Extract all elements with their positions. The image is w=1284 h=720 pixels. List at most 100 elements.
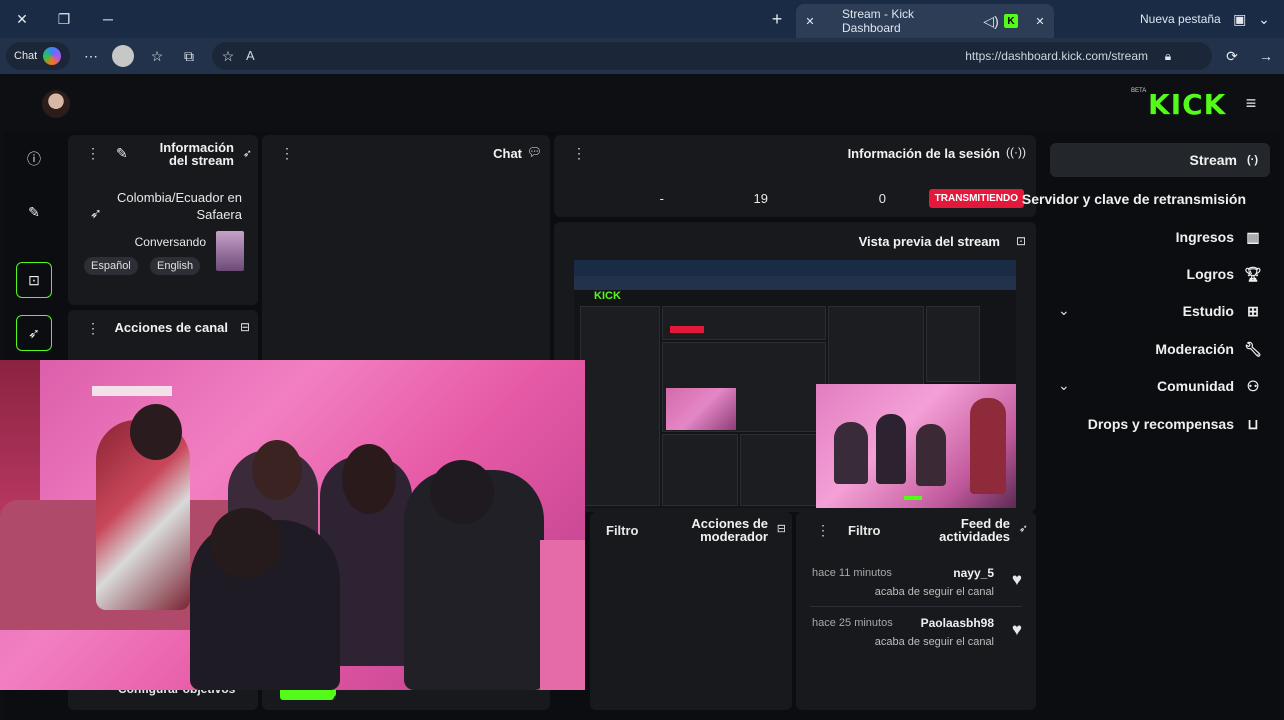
category-name: Conversando [134, 235, 206, 249]
refresh-icon[interactable]: ⟳ [1220, 44, 1244, 68]
stream-preview-video[interactable]: KICK [574, 260, 1016, 508]
minimize-window-icon[interactable]: ─ [94, 6, 122, 32]
mod-actions-title: Acciones de moderador [691, 516, 768, 544]
filter-button[interactable]: Filtro [848, 523, 881, 538]
tab-list-chevron-icon[interactable]: ⌄ [1252, 8, 1276, 30]
activity-user[interactable]: Paolaasbh98 [921, 616, 994, 630]
preview-green-bar [904, 496, 922, 500]
info-icon[interactable]: ⓘ [16, 141, 52, 177]
kick-logo[interactable]: KICK [1148, 88, 1226, 121]
lock-icon[interactable]: 🔒︎ [1158, 46, 1178, 66]
close-tab-icon[interactable]: ✕ [796, 15, 824, 28]
stream-info-panel: ⋮ ✎ Información del stream ➶ Colombia/Ec… [68, 135, 258, 305]
filter-button[interactable]: Filtro [606, 523, 639, 538]
preview-mini-chrome [574, 260, 1016, 276]
category-thumbnail [216, 231, 244, 271]
favorite-star-icon[interactable]: ☆ [218, 46, 238, 66]
activity-feed-panel: ⋮ Filtro Feed de actividades ➶ ♥ nayy_5 … [796, 512, 1036, 710]
stream-info-title: Información del stream [159, 140, 234, 168]
person-head [252, 440, 302, 500]
user-avatar[interactable] [42, 90, 70, 118]
activity-desc: acaba de seguir el canal [874, 636, 994, 648]
kebab-menu-icon[interactable]: ⋮ [572, 145, 586, 162]
chat-bubble-icon: 💬︎ [526, 145, 542, 159]
mod-actions-panel: Filtro Acciones de moderador ⊟ [590, 512, 792, 710]
beta-badge: BETA [1131, 88, 1147, 94]
nav-item-drops[interactable]: Drops y recompensas ⊔ [1088, 407, 1262, 441]
person-head [430, 460, 494, 524]
bank-icon: ▥ [1246, 228, 1260, 245]
preview-webcam-feed [816, 384, 1016, 508]
extensions-icon[interactable]: ⧉ [178, 44, 200, 68]
activity-item: ♥ nayy_5 hace 11 minutos acaba de seguir… [810, 564, 1026, 608]
edit-pencil-icon[interactable]: ✎ [116, 145, 128, 162]
green-bar [280, 690, 334, 700]
nav-item-ingresos[interactable]: Ingresos ▥ [1176, 220, 1262, 254]
preview-icon: ⊡ [1015, 234, 1026, 248]
shield-icon: ⊟ [776, 523, 786, 535]
tab-page-icon: ▣ [1233, 10, 1247, 27]
wrench-icon: 🔧︎ [1244, 340, 1262, 357]
nav-item-logros[interactable]: Logros 🏆︎ [1187, 257, 1262, 291]
heart-icon: ♥ [1011, 570, 1022, 589]
favorites-icon[interactable]: ☆ [146, 44, 168, 68]
restore-window-icon[interactable]: ❐ [50, 6, 78, 32]
copilot-icon [43, 47, 62, 65]
dashboard-header [4, 76, 1280, 132]
preview-kick-logo: KICK [594, 290, 621, 302]
pin-icon[interactable]: ➶ [243, 147, 252, 160]
pin-icon[interactable]: ➶ [16, 315, 52, 351]
person-head [130, 404, 182, 460]
close-tab-icon[interactable]: ✕ [1026, 15, 1054, 28]
preview-session [662, 306, 826, 340]
kebab-menu-icon[interactable]: ⋮ [280, 145, 294, 162]
read-aloud-icon[interactable]: A [246, 48, 255, 63]
nav-item-moderacion[interactable]: Moderación 🔧︎ [1155, 332, 1262, 366]
session-info-title: Información de la sesión [847, 146, 1000, 161]
kebab-menu-icon[interactable]: ⋮ [86, 145, 100, 162]
forward-icon[interactable]: → [1254, 44, 1278, 68]
nav-item-server-key[interactable]: Servidor y clave de retransmisión [1022, 182, 1246, 216]
preview-mod [740, 434, 824, 506]
new-tab-icon[interactable]: + [764, 6, 790, 32]
browser-tab-bar [0, 0, 1284, 38]
kebab-menu-icon[interactable]: ⋮ [816, 522, 830, 539]
audio-icon[interactable]: ◁) [982, 13, 1000, 30]
nav-item-stream[interactable]: Stream (·) [1050, 143, 1270, 177]
nav-item-estudio[interactable]: Estudio ⊞ [1183, 294, 1262, 328]
pin-icon[interactable]: ➶ [1019, 522, 1028, 535]
hamburger-menu-icon[interactable]: ≡ [1240, 92, 1262, 114]
nav-label: Ingresos [1175, 229, 1234, 245]
channel-actions-title: Acciones de canal [114, 320, 228, 335]
url-text: https://dashboard.kick.com/stream [965, 49, 1148, 63]
more-options-icon[interactable]: ⋯ [80, 44, 102, 68]
stream-title-text: Colombia/Ecuador en Safaera [116, 190, 242, 222]
kick-favicon-icon: K [1004, 14, 1019, 28]
nav-label: Servidor y clave de retransmisión [1021, 191, 1246, 207]
tag-pill: Español [84, 257, 138, 275]
nav-label: Moderación [1155, 341, 1234, 357]
profile-avatar[interactable] [112, 45, 134, 67]
follower-count: 19 [753, 191, 768, 206]
tab-title: Stream - Kick Dashboard [841, 7, 914, 35]
edit-pencil-icon[interactable]: ✎ [16, 194, 52, 230]
chevron-down-icon[interactable]: ⌄ [1058, 302, 1070, 319]
broadcast-icon: (·) [1247, 154, 1258, 166]
activity-user[interactable]: nayy_5 [953, 566, 994, 580]
nav-label: Stream [1189, 152, 1237, 168]
chevron-down-icon[interactable]: ⌄ [1058, 377, 1070, 394]
address-bar[interactable]: ☆ A https://dashboard.kick.com/stream 🔒︎ [212, 42, 1212, 70]
screenshot-icon[interactable]: ⊡ [16, 262, 52, 298]
close-window-icon[interactable]: ✕ [8, 6, 36, 32]
tab-kick-dashboard[interactable]: ✕ Stream - Kick Dashboard ◁) K ✕ [796, 4, 1054, 38]
activity-time: hace 25 minutos [812, 617, 893, 629]
nav-item-comunidad[interactable]: Comunidad ⚇ [1157, 369, 1262, 403]
copilot-chat-button[interactable]: Chat [6, 42, 70, 70]
heart-icon: ♥ [1011, 620, 1022, 639]
cursor-icon: ➶ [90, 205, 102, 221]
person-silhouette [970, 398, 1006, 494]
actions-icon: ⊟ [239, 320, 250, 334]
kebab-menu-icon[interactable]: ⋮ [86, 320, 100, 337]
activity-feed-title: Feed de actividades [939, 516, 1010, 544]
preview-mini-addressbar [574, 276, 1016, 290]
